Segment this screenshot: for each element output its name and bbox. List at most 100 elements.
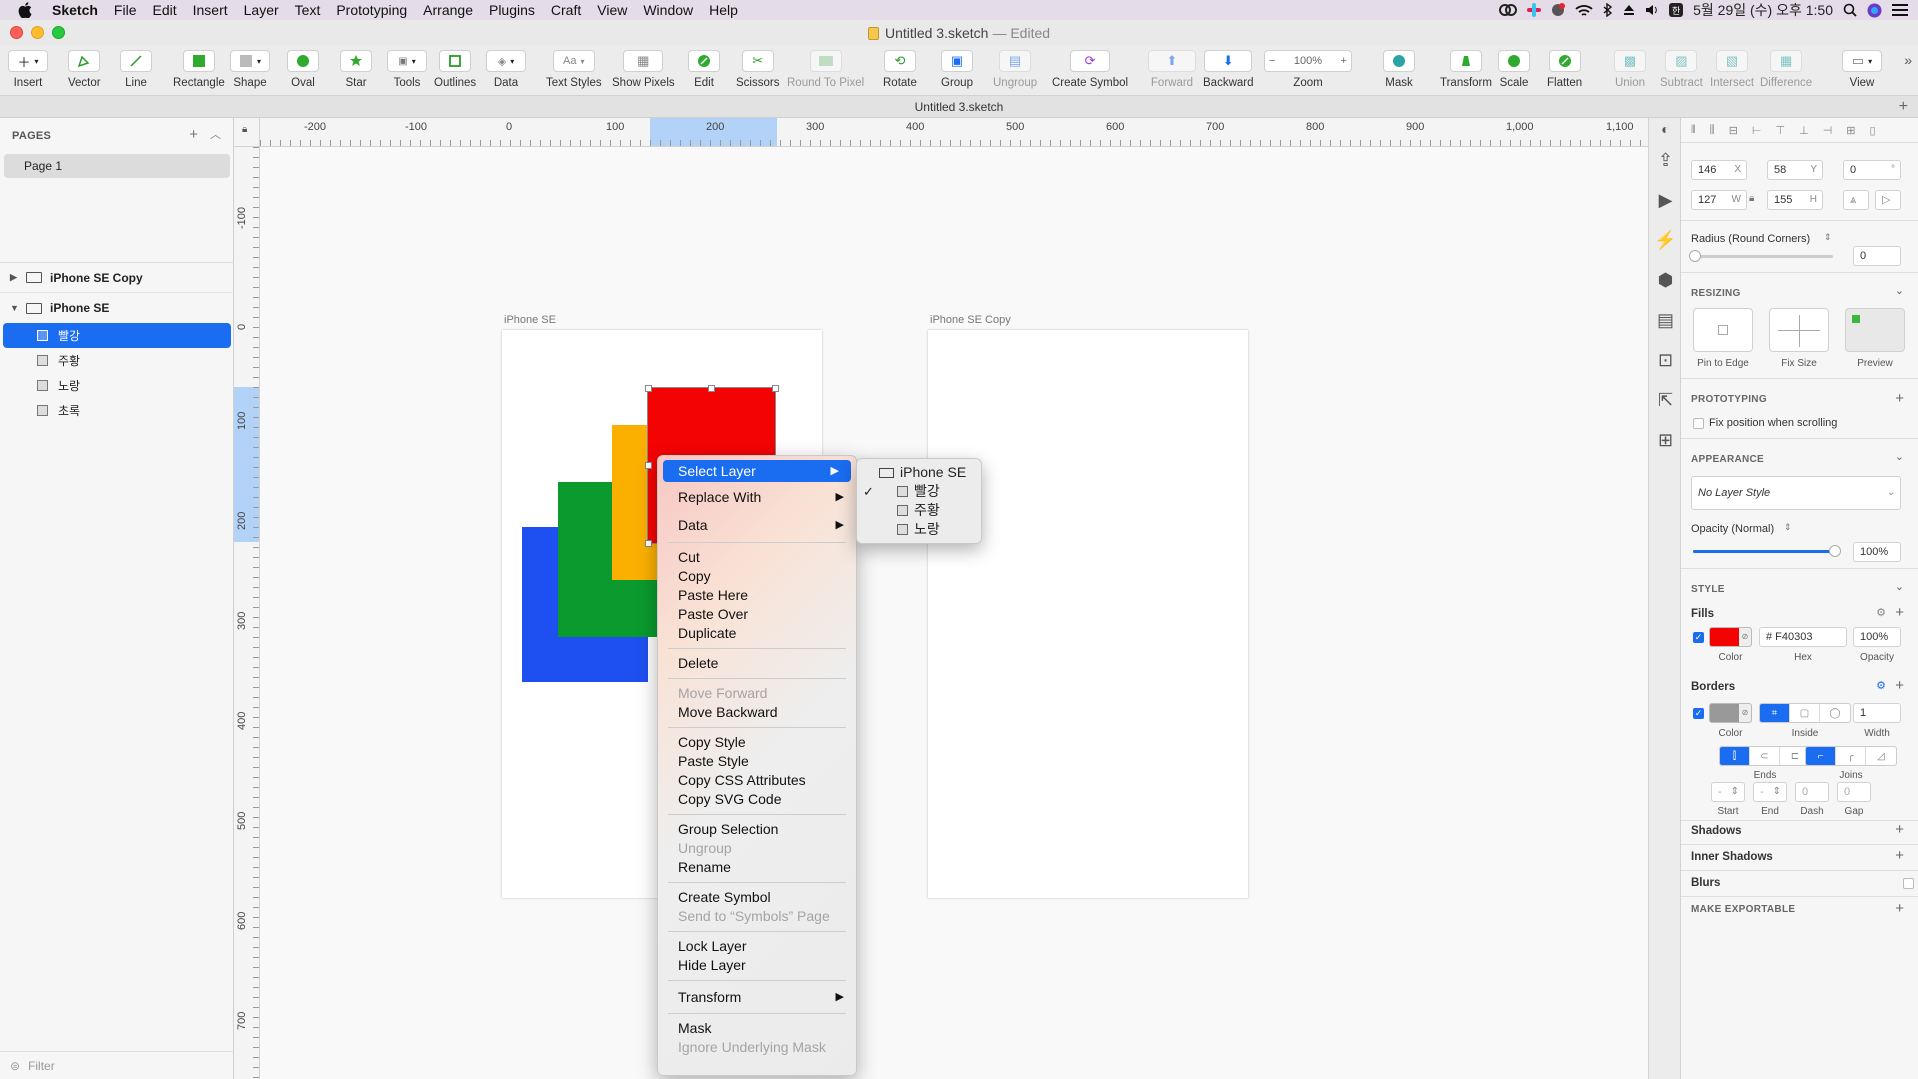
- menu-item-copy-style[interactable]: Copy Style: [658, 733, 856, 752]
- menu-item-paste-here[interactable]: Paste Here: [658, 586, 856, 605]
- add-inner-shadow-plus-icon[interactable]: +: [1895, 847, 1904, 864]
- menu-item-rename[interactable]: Rename: [658, 858, 856, 877]
- collapse-pages-chevron-icon[interactable]: ︿: [210, 126, 221, 143]
- artboard-label-iphone-se[interactable]: iPhone SE: [504, 314, 556, 326]
- clock-text[interactable]: 5월 29일 (수) 오후 1:50: [1693, 0, 1833, 20]
- apple-icon[interactable]: [18, 2, 36, 18]
- outlines-tool[interactable]: Outlines: [434, 50, 476, 94]
- horizontal-ruler[interactable]: -200 -100 0 100 200 300 400 500 600 700 …: [260, 118, 1648, 147]
- fills-settings-gear-icon[interactable]: ⚙: [1876, 606, 1886, 619]
- distribute-h-icon[interactable]: ⊟: [1729, 124, 1738, 137]
- insert-tool[interactable]: ＋ ▾ Insert: [8, 50, 48, 94]
- menu-item-hide-layer[interactable]: Hide Layer: [658, 956, 856, 975]
- prototype-lightning-icon[interactable]: ⚡: [1649, 220, 1682, 260]
- align-bottom-icon[interactable]: ⊣: [1823, 124, 1833, 137]
- border-inside-icon[interactable]: ▢: [1790, 704, 1820, 722]
- zoom-in-icon[interactable]: +: [1341, 55, 1347, 67]
- creative-cloud-icon[interactable]: [1499, 4, 1518, 16]
- star-tool[interactable]: Star: [340, 50, 372, 94]
- border-center-icon[interactable]: ⌗: [1760, 704, 1790, 722]
- menu-item-transform[interactable]: Transform ▶: [658, 986, 856, 1008]
- selection-handle[interactable]: [645, 385, 652, 392]
- forward-tool[interactable]: ⬆ Forward: [1148, 50, 1196, 94]
- menu-file[interactable]: File: [106, 2, 145, 18]
- layer-artboard-iphone-se[interactable]: ▼ iPhone SE: [0, 293, 234, 323]
- menu-item-group-selection[interactable]: Group Selection: [658, 820, 856, 839]
- bluetooth-icon[interactable]: [1603, 3, 1613, 17]
- flip-horizontal-button[interactable]: ⩓: [1843, 190, 1869, 210]
- fix-size-control[interactable]: [1769, 308, 1829, 352]
- gap-field[interactable]: 0: [1837, 782, 1871, 802]
- subtract-tool[interactable]: ▨ Subtract: [1660, 50, 1703, 94]
- align-left-icon[interactable]: ⫴: [1691, 124, 1696, 137]
- data-tool[interactable]: ◈ ▾ Data: [486, 50, 526, 94]
- fill-enabled-checkbox[interactable]: ✓: [1693, 632, 1704, 643]
- artboard-label-iphone-se-copy[interactable]: iPhone SE Copy: [930, 314, 1011, 326]
- wifi-icon[interactable]: [1575, 4, 1593, 17]
- disclosure-triangle-icon[interactable]: ▼: [10, 303, 20, 313]
- submenu-item-yellow[interactable]: 노랑: [857, 520, 981, 539]
- image-add-icon[interactable]: ⊞: [1649, 420, 1682, 460]
- border-color-swatch[interactable]: ⊘: [1709, 703, 1752, 723]
- miter-join-icon[interactable]: ⌐: [1806, 747, 1836, 765]
- dash-field[interactable]: 0: [1795, 782, 1829, 802]
- add-shadow-plus-icon[interactable]: +: [1895, 821, 1904, 838]
- close-window-button[interactable]: [10, 26, 23, 39]
- align-top-icon[interactable]: ⊤: [1776, 124, 1786, 137]
- bevel-join-icon[interactable]: ◿: [1866, 747, 1896, 765]
- menu-plugins[interactable]: Plugins: [481, 2, 543, 18]
- ungroup-tool[interactable]: ▤ Ungroup: [993, 50, 1037, 94]
- menu-item-send-to-symbols[interactable]: Send to “Symbols” Page: [658, 907, 856, 926]
- intersect-tool[interactable]: ▧ Intersect: [1710, 50, 1754, 94]
- blurs-checkbox[interactable]: [1903, 878, 1914, 889]
- collapse-chevron-icon[interactable]: ⌄: [1895, 450, 1904, 463]
- align-right-icon[interactable]: ⊢: [1752, 124, 1762, 137]
- add-page-plus-icon[interactable]: +: [189, 126, 198, 143]
- y-position-field[interactable]: 58 Y: [1767, 160, 1823, 180]
- radius-stepper-icon[interactable]: ⇕: [1824, 232, 1832, 243]
- menu-item-create-symbol[interactable]: Create Symbol: [658, 888, 856, 907]
- add-export-plus-icon[interactable]: +: [1895, 900, 1904, 917]
- menu-item-ignore-mask[interactable]: Ignore Underlying Mask: [658, 1038, 856, 1057]
- submenu-item-orange[interactable]: 주황: [857, 501, 981, 520]
- border-enabled-checkbox[interactable]: ✓: [1693, 708, 1704, 719]
- menu-window[interactable]: Window: [635, 2, 701, 18]
- collapse-chevron-icon[interactable]: ⌄: [1895, 284, 1904, 297]
- menu-item-ungroup[interactable]: Ungroup: [658, 839, 856, 858]
- new-tab-plus-icon[interactable]: +: [1899, 98, 1908, 116]
- menu-view[interactable]: View: [589, 2, 635, 18]
- selection-handle[interactable]: [772, 385, 779, 392]
- collapse-chevron-icon[interactable]: ⌄: [1895, 580, 1904, 593]
- mask-tool[interactable]: Mask: [1383, 50, 1415, 94]
- control-center-icon[interactable]: [1892, 4, 1908, 16]
- rectangle-tool[interactable]: Rectangle: [173, 50, 225, 94]
- fill-opacity-field[interactable]: 100%: [1853, 627, 1901, 647]
- fix-position-checkbox[interactable]: [1693, 418, 1704, 429]
- rotation-field[interactable]: 0 °: [1843, 160, 1901, 180]
- distribute-v-icon[interactable]: ⊞: [1846, 124, 1855, 137]
- view-tool[interactable]: ▭ ▾ View: [1842, 50, 1882, 94]
- backward-tool[interactable]: ⬇ Backward: [1203, 50, 1254, 94]
- page-item[interactable]: Page 1: [4, 154, 230, 178]
- round-end-icon[interactable]: ⊂: [1750, 747, 1780, 765]
- radius-field[interactable]: 0: [1853, 246, 1901, 266]
- add-prototyping-plus-icon[interactable]: +: [1895, 390, 1904, 407]
- menu-item-move-forward[interactable]: Move Forward: [658, 684, 856, 703]
- menu-item-replace-with[interactable]: Replace With ▶: [658, 482, 856, 513]
- siri-icon[interactable]: [1867, 3, 1882, 18]
- align-center-icon[interactable]: ⫼: [1710, 124, 1715, 137]
- borders-settings-gear-icon[interactable]: ⚙: [1876, 679, 1886, 692]
- pin-to-edge-control[interactable]: [1693, 308, 1753, 352]
- menu-prototyping[interactable]: Prototyping: [328, 2, 415, 18]
- volume-icon[interactable]: [1645, 4, 1659, 16]
- tools-tool[interactable]: ▣ ▾ Tools: [387, 50, 427, 94]
- lock-ratio-icon[interactable]: 🔒︎: [1749, 193, 1754, 204]
- arrow-start-select[interactable]: - ⇕: [1711, 782, 1745, 802]
- symbol-hexagon-icon[interactable]: ⬢: [1649, 260, 1682, 300]
- rotate-tool[interactable]: ⟲ Rotate: [883, 50, 917, 94]
- layer-rect-orange[interactable]: 주황: [0, 348, 234, 373]
- export-share-icon[interactable]: ⇪: [1649, 140, 1682, 180]
- menu-edit[interactable]: Edit: [144, 2, 184, 18]
- x-position-field[interactable]: 146 X: [1691, 160, 1747, 180]
- canvas[interactable]: iPhone SE iPhone SE Copy: [260, 147, 1648, 1079]
